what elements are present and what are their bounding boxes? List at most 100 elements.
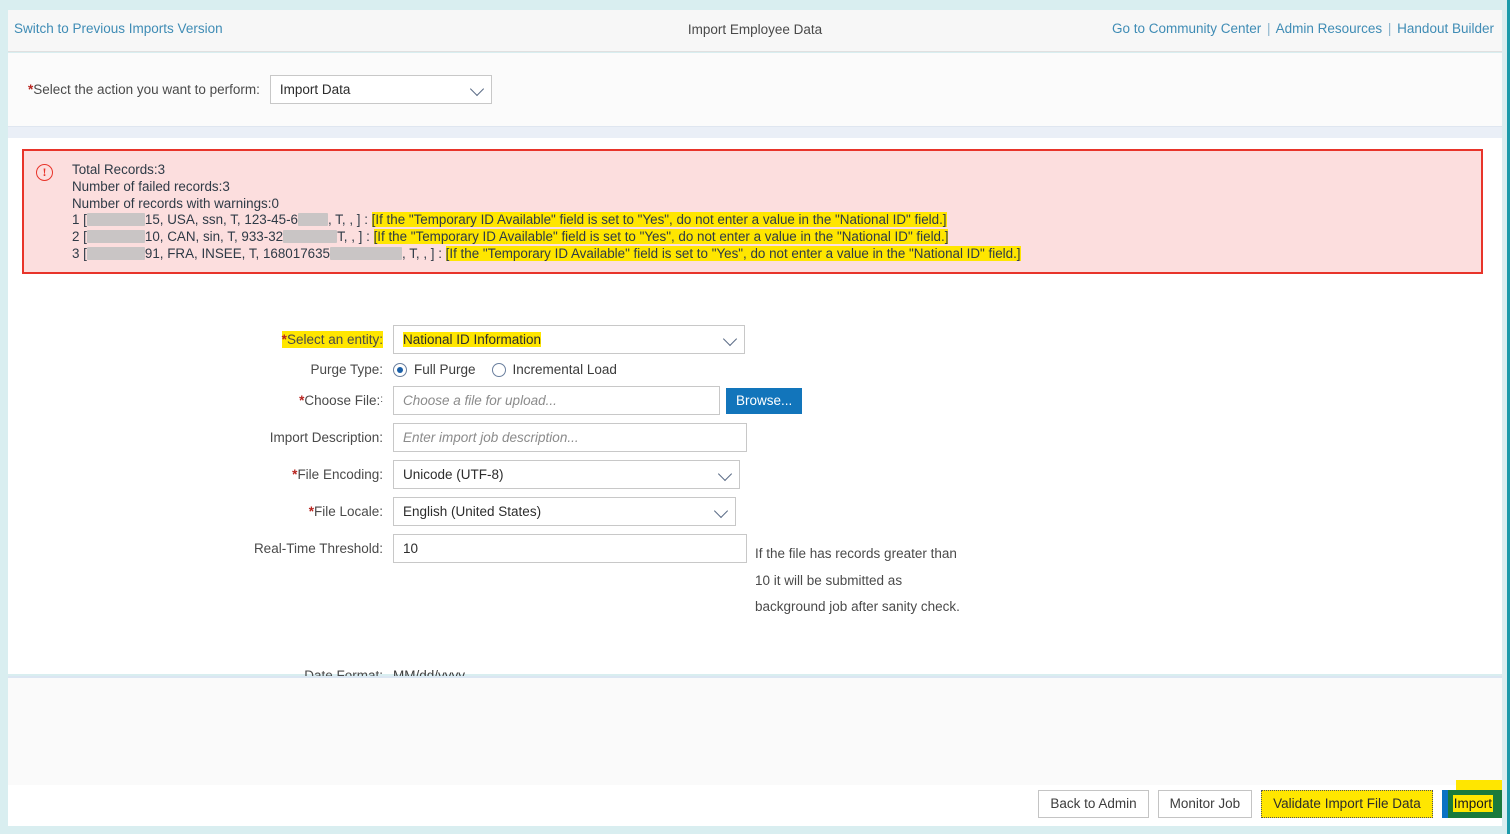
radio-full-purge-label: Full Purge — [414, 362, 476, 377]
radio-incremental-load[interactable]: Incremental Load — [491, 362, 617, 377]
radio-unselected-icon — [491, 362, 506, 377]
file-locale-label-text: File Locale: — [313, 504, 383, 519]
choose-file-label: *Choose File:: — [8, 393, 393, 408]
record-index: 2 [ — [72, 229, 87, 245]
record-index: 3 [ — [72, 245, 87, 261]
action-select-label-text: Select the action you want to perform: — [33, 82, 260, 97]
radio-full-purge[interactable]: Full Purge — [393, 362, 476, 377]
import-button-label: Import — [1452, 795, 1493, 812]
real-time-threshold-label: Real-Time Threshold: — [8, 541, 393, 556]
threshold-help-line-1: If the file has records greater than — [755, 546, 957, 561]
import-error-banner: ! Total Records:3 Number of failed recor… — [22, 149, 1483, 274]
form-row-file-locale: *File Locale: English (United States) — [8, 497, 1502, 526]
error-record-row: 3 [91, FRA, INSEE, T, 168017635 , T, , ] … — [72, 245, 1473, 263]
real-time-threshold-label-text: Real-Time Threshold: — [253, 541, 383, 556]
choose-file-label-suffix: : — [380, 394, 383, 405]
grey-spacer-panel — [8, 676, 1502, 785]
link-separator-1: | — [1267, 21, 1271, 36]
redacted-value — [86, 213, 145, 227]
file-encoding-value: Unicode (UTF-8) — [403, 467, 504, 482]
import-description-input[interactable] — [393, 423, 747, 452]
real-time-threshold-help-text: If the file has records greater than 10 … — [755, 541, 1005, 621]
form-row-entity: *Select an entity: National ID Informati… — [8, 325, 1502, 354]
file-locale-dropdown[interactable]: English (United States) — [393, 497, 736, 526]
purge-type-radio-group: Full Purge Incremental Load — [393, 362, 633, 377]
import-description-label: Import Description: — [8, 430, 393, 445]
entity-dropdown-value: National ID Information — [403, 332, 542, 347]
file-encoding-dropdown[interactable]: Unicode (UTF-8) — [393, 460, 740, 489]
entity-label: *Select an entity: — [8, 331, 393, 348]
link-separator-2: | — [1387, 21, 1392, 36]
entity-control: National ID Information — [393, 325, 745, 354]
failed-records-line: Number of failed records:3 — [72, 178, 230, 194]
radio-incremental-load-label: Incremental Load — [512, 362, 617, 377]
redacted-value — [283, 230, 338, 244]
action-select-label: *Select the action you want to perform: — [28, 82, 260, 97]
file-encoding-control: Unicode (UTF-8) — [393, 460, 740, 489]
import-description-control — [393, 423, 747, 452]
import-button[interactable]: Import — [1441, 790, 1502, 818]
threshold-help-line-3: background job after sanity check. — [755, 599, 960, 614]
validate-import-file-data-button[interactable]: Validate Import File Data — [1261, 790, 1433, 818]
error-record-row: 1 [15, USA, ssn, T, 123-45-6 , T, , ] : [… — [72, 212, 1473, 229]
record-tail: , T, , ] : — [327, 212, 372, 228]
action-dropdown[interactable]: Import Data — [269, 75, 492, 104]
radio-selected-icon — [393, 362, 407, 377]
redacted-value — [330, 246, 402, 260]
error-message-text: [If the "Temporary ID Available" field i… — [445, 245, 1021, 261]
import-description-label-text: Import Description: — [269, 430, 383, 445]
file-encoding-label: *File Encoding: — [8, 467, 393, 482]
real-time-threshold-input[interactable] — [393, 534, 747, 563]
form-row-choose-file: *Choose File:: Browse... — [8, 386, 1502, 415]
form-row-purge-type: Purge Type: Full Purge Incremental Load — [8, 362, 1502, 377]
handout-builder-link[interactable]: Handout Builder — [1397, 21, 1494, 36]
chevron-down-icon — [469, 81, 484, 96]
error-message-text: [If the "Temporary ID Available" field i… — [373, 229, 949, 245]
import-button-wrapper: Import — [1441, 780, 1502, 818]
error-message-text: [If the "Temporary ID Available" field i… — [371, 212, 947, 228]
action-selection-row: *Select the action you want to perform: … — [28, 75, 492, 104]
action-dropdown-value: Import Data — [279, 82, 351, 97]
warning-exclamation-icon: ! — [36, 164, 53, 181]
form-row-file-encoding: *File Encoding: Unicode (UTF-8) — [8, 460, 1502, 489]
import-form: *Select an entity: National ID Informati… — [8, 325, 1502, 683]
file-locale-value: English (United States) — [403, 504, 542, 519]
back-to-admin-button[interactable]: Back to Admin — [1038, 790, 1149, 818]
action-selection-panel: *Select the action you want to perform: … — [8, 53, 1502, 126]
community-center-link[interactable]: Go to Community Center — [1112, 21, 1261, 36]
real-time-threshold-control — [393, 534, 747, 563]
warning-records-line: Number of records with warnings:0 — [72, 195, 279, 211]
record-tail: , T, , ] : — [402, 245, 446, 261]
record-detail: 10, CAN, sin, T, 933-32 — [144, 229, 284, 245]
entity-dropdown[interactable]: National ID Information — [393, 325, 745, 354]
chevron-down-icon — [713, 503, 729, 518]
redacted-value — [297, 213, 328, 227]
header-links-group: Go to Community Center | Admin Resources… — [1112, 21, 1494, 36]
footer-button-group: Back to Admin Monitor Job Validate Impor… — [1029, 780, 1502, 821]
file-locale-control: English (United States) — [393, 497, 736, 526]
entity-label-text: Select an entity: — [286, 332, 383, 347]
chevron-down-icon — [717, 466, 733, 481]
record-tail: T, , ] : — [337, 229, 374, 245]
top-header-bar: Switch to Previous Imports Version Impor… — [8, 10, 1502, 52]
purge-type-label-text: Purge Type: — [310, 362, 383, 377]
choose-file-control: Browse... — [393, 386, 803, 415]
browse-button[interactable]: Browse... — [726, 387, 803, 414]
choose-file-input[interactable] — [393, 386, 720, 415]
file-locale-label: *File Locale: — [8, 504, 393, 519]
threshold-help-line-2: 10 it will be submitted as — [755, 572, 903, 588]
admin-resources-link[interactable]: Admin Resources — [1276, 21, 1383, 36]
redacted-value — [86, 246, 145, 260]
total-records-line: Total Records:3 — [72, 162, 166, 177]
form-row-import-description: Import Description: — [8, 423, 1502, 452]
error-banner-body: Total Records:3 Number of failed records… — [72, 162, 1473, 263]
file-encoding-label-text: File Encoding: — [297, 467, 383, 482]
choose-file-label-text: Choose File: — [304, 393, 381, 408]
redacted-value — [86, 230, 145, 244]
application-frame: Switch to Previous Imports Version Impor… — [0, 0, 1510, 834]
purge-type-label: Purge Type: — [8, 362, 393, 377]
chevron-down-icon — [722, 331, 738, 346]
monitor-job-button[interactable]: Monitor Job — [1157, 790, 1253, 818]
error-record-row: 2 [ 10, CAN, sin, T, 933-32 T, , ] : [If t… — [72, 229, 1473, 246]
record-index: 1 [ — [72, 212, 87, 228]
